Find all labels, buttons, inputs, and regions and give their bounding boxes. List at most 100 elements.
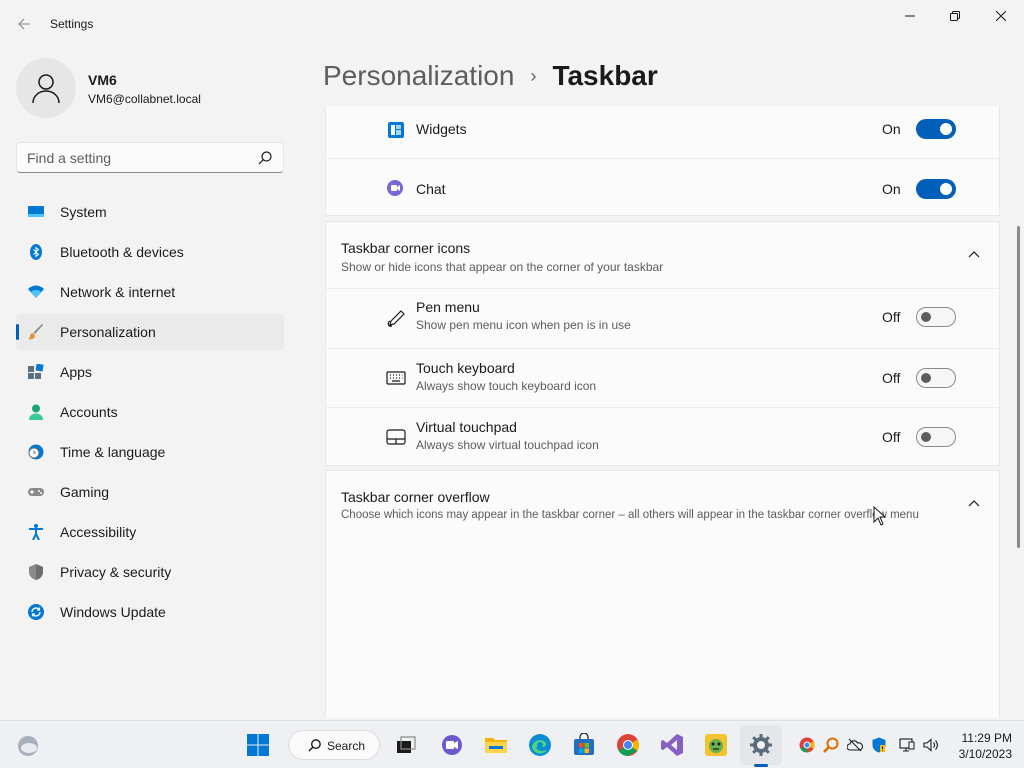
- sidebar-item-label: Personalization: [60, 324, 156, 340]
- sidebar-item-windows-update[interactable]: Windows Update: [16, 594, 284, 630]
- sidebar-item-system[interactable]: System: [16, 194, 284, 230]
- toggle-knob: [940, 183, 952, 195]
- sidebar-item-accessibility[interactable]: Accessibility: [16, 514, 284, 550]
- profile-email: VM6@collabnet.local: [88, 92, 201, 106]
- sidebar-item-label: Apps: [60, 364, 92, 380]
- virtual-touchpad-toggle[interactable]: [916, 427, 956, 447]
- sidebar-item-privacy[interactable]: Privacy & security: [16, 554, 284, 590]
- toggle-state-label: Off: [882, 429, 901, 445]
- close-button[interactable]: [978, 0, 1024, 32]
- settings-gear-icon[interactable]: [749, 733, 773, 757]
- active-app-indicator: [754, 764, 768, 767]
- toggle-state-label: On: [882, 181, 901, 197]
- bluetooth-icon: [30, 244, 42, 260]
- teams-chat-icon[interactable]: [440, 733, 464, 757]
- sidebar-item-label: Gaming: [60, 484, 110, 500]
- sidebar-item-label: Network & internet: [60, 284, 176, 300]
- game-app-icon[interactable]: [704, 733, 728, 757]
- toggle-knob: [921, 373, 931, 383]
- sidebar-item-label: Accounts: [60, 404, 118, 420]
- breadcrumb-parent[interactable]: Personalization: [323, 60, 514, 92]
- row-title: Pen menu: [416, 299, 480, 315]
- sidebar-item-label: Bluetooth & devices: [60, 244, 184, 260]
- profile-name: VM6: [88, 72, 117, 88]
- minimize-button[interactable]: [887, 0, 933, 32]
- gamepad-icon: [28, 488, 44, 496]
- toggle-knob: [940, 123, 952, 135]
- restore-icon: [950, 11, 960, 21]
- visual-studio-icon[interactable]: [660, 733, 684, 757]
- sidebar-item-network[interactable]: Network & internet: [16, 274, 284, 310]
- onedrive-offline-icon[interactable]: [847, 737, 863, 753]
- taskbar-corner-overflow-header[interactable]: Taskbar corner overflow Choose which ico…: [326, 471, 999, 537]
- network-display-icon[interactable]: [899, 737, 915, 753]
- toggle-knob: [921, 312, 931, 322]
- search-tool-tray-icon[interactable]: [823, 737, 839, 753]
- scrollbar[interactable]: [1017, 226, 1020, 548]
- settings-search: [16, 142, 284, 173]
- monitor-icon: [28, 206, 44, 217]
- section-title: Taskbar corner icons: [341, 240, 471, 256]
- taskbar-search-button[interactable]: Search: [288, 730, 380, 760]
- row-title: Touch keyboard: [416, 360, 515, 376]
- minimize-icon: [905, 15, 915, 17]
- breadcrumb-separator: ›: [530, 65, 537, 86]
- sidebar-item-apps[interactable]: Apps: [16, 354, 284, 390]
- sidebar-item-bluetooth[interactable]: Bluetooth & devices: [16, 234, 284, 270]
- touch-keyboard-toggle[interactable]: [916, 368, 956, 388]
- touchpad-icon: [386, 429, 406, 445]
- apps-icon: [28, 364, 44, 379]
- chat-row: Chat On: [326, 158, 999, 217]
- start-button-icon[interactable]: [246, 733, 270, 757]
- user-profile[interactable]: VM6 VM6@collabnet.local: [16, 58, 296, 118]
- edge-browser-icon[interactable]: [528, 733, 552, 757]
- restore-button[interactable]: [932, 0, 978, 32]
- widgets-toggle[interactable]: [916, 119, 956, 139]
- chevron-up-icon[interactable]: [966, 247, 982, 263]
- file-explorer-icon[interactable]: [484, 733, 508, 757]
- back-button[interactable]: [12, 12, 36, 36]
- sidebar-item-personalization[interactable]: Personalization: [16, 314, 284, 350]
- sidebar-item-label: Time & language: [60, 444, 166, 460]
- sidebar-item-gaming[interactable]: Gaming: [16, 474, 284, 510]
- pen-menu-toggle[interactable]: [916, 307, 956, 327]
- chrome-browser-icon[interactable]: [616, 733, 640, 757]
- chrome-tray-icon[interactable]: [799, 737, 815, 753]
- paintbrush-icon: [28, 324, 43, 340]
- toggle-state-label: On: [882, 121, 901, 137]
- sidebar-item-accounts[interactable]: Accounts: [16, 394, 284, 430]
- clock-date[interactable]: 3/10/2023: [940, 747, 1012, 761]
- microsoft-store-icon[interactable]: [572, 733, 596, 757]
- search-icon: [308, 739, 321, 752]
- sidebar-item-label: System: [60, 204, 107, 220]
- security-shield-icon[interactable]: [871, 737, 887, 753]
- taskbar-corner-icons-header[interactable]: Taskbar corner icons Show or hide icons …: [326, 222, 999, 288]
- row-description: Always show touch keyboard icon: [416, 379, 597, 393]
- toggle-knob: [921, 432, 931, 442]
- pen-menu-row: Pen menu Show pen menu icon when pen is …: [326, 289, 999, 348]
- taskbar-corner-overflow-card: Taskbar corner overflow Choose which ico…: [325, 470, 1000, 538]
- chevron-up-icon[interactable]: [966, 496, 982, 512]
- chat-toggle[interactable]: [916, 179, 956, 199]
- row-title: Virtual touchpad: [416, 419, 517, 435]
- weather-widget-icon[interactable]: [16, 734, 40, 758]
- taskbar: Search 11:29 PM 3/10/2023: [0, 720, 1024, 768]
- sidebar-nav: System Bluetooth & devices Network & int…: [16, 194, 284, 634]
- taskbar-items-card: Widgets On Chat On: [325, 106, 1000, 216]
- title-bar: Settings: [0, 0, 1024, 48]
- row-description: Show pen menu icon when pen is in use: [416, 318, 631, 332]
- virtual-touchpad-row: Virtual touchpad Always show virtual tou…: [326, 407, 999, 466]
- taskbar-corner-overflow-content: [325, 537, 1000, 718]
- row-title: Chat: [416, 181, 446, 197]
- task-view-icon[interactable]: [394, 733, 418, 757]
- search-icon[interactable]: [257, 150, 273, 166]
- clock-time[interactable]: 11:29 PM: [940, 731, 1012, 745]
- toggle-state-label: Off: [882, 309, 901, 325]
- row-description: Always show virtual touchpad icon: [416, 438, 599, 452]
- volume-icon[interactable]: [923, 737, 939, 753]
- search-input[interactable]: [17, 143, 253, 172]
- sidebar-item-time-language[interactable]: Time & language: [16, 434, 284, 470]
- person-icon: [32, 74, 60, 104]
- settings-content: Widgets On Chat On Taskbar corner icons …: [325, 106, 1000, 718]
- close-icon: [996, 11, 1006, 21]
